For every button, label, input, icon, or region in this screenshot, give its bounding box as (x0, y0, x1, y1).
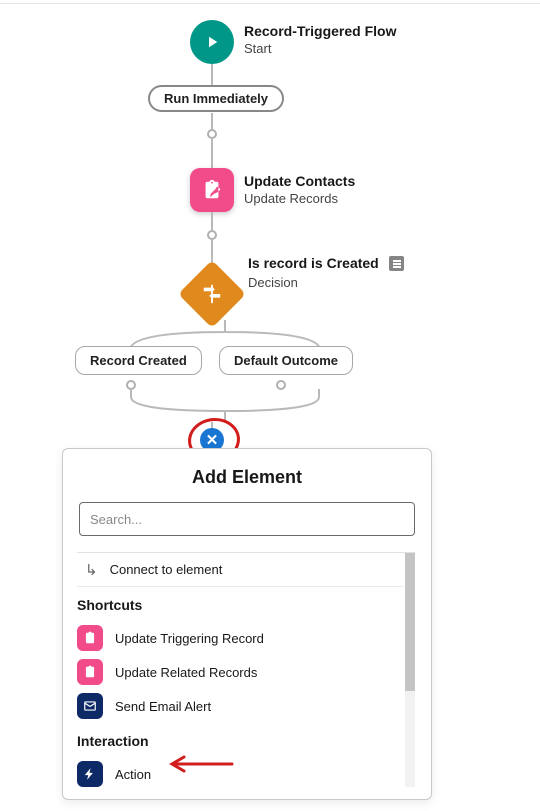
top-border (0, 3, 540, 4)
list-item-label: Send Email Alert (115, 699, 211, 714)
section-interaction-header: Interaction (77, 733, 403, 749)
decision-node[interactable] (178, 260, 246, 328)
annotation-arrow (164, 754, 234, 774)
branch-right-pill[interactable]: Default Outcome (219, 346, 353, 375)
branch-left-pill[interactable]: Record Created (75, 346, 202, 375)
connector (211, 64, 213, 86)
shortcut-update-related[interactable]: Update Related Records (77, 655, 403, 689)
run-immediately-pill[interactable]: Run Immediately (148, 85, 284, 112)
connect-arrow-icon: ↳ (85, 561, 98, 579)
section-shortcuts-header: Shortcuts (77, 597, 403, 613)
start-title: Record-Triggered Flow (244, 22, 396, 40)
bolt-icon (77, 761, 103, 787)
clipboard-icon (77, 659, 103, 685)
clipboard-icon (77, 625, 103, 651)
clipboard-edit-icon (201, 179, 223, 201)
update-contacts-title: Update Contacts (244, 172, 355, 190)
signpost-icon (201, 283, 223, 305)
connect-label: Connect to element (110, 562, 223, 577)
update-contacts-subtitle: Update Records (244, 190, 355, 207)
start-subtitle: Start (244, 40, 396, 57)
scrollbar-track[interactable] (405, 553, 415, 787)
decision-subtitle: Decision (248, 274, 298, 291)
mail-icon (77, 693, 103, 719)
list-item-label: Update Related Records (115, 665, 257, 680)
shortcut-send-email[interactable]: Send Email Alert (77, 689, 403, 723)
list-item-label: Action (115, 767, 151, 782)
connector (211, 138, 213, 168)
shortcut-update-triggering[interactable]: Update Triggering Record (77, 621, 403, 655)
scrollbar-thumb[interactable] (405, 553, 415, 691)
add-element-panel: Add Element ↳ Connect to element Shortcu… (62, 448, 432, 800)
search-input[interactable] (79, 502, 415, 536)
start-node[interactable] (190, 20, 234, 64)
panel-title: Add Element (63, 467, 431, 488)
connector (211, 113, 213, 129)
decision-title: Is record is Created (248, 255, 379, 271)
update-contacts-node[interactable] (190, 168, 234, 212)
interaction-action[interactable]: Action (77, 757, 403, 791)
list-item-label: Update Triggering Record (115, 631, 264, 646)
description-icon[interactable] (389, 256, 404, 271)
connector (211, 212, 213, 230)
close-icon: ✕ (206, 431, 219, 449)
connect-to-element-item[interactable]: ↳ Connect to element (77, 553, 403, 587)
play-icon (203, 33, 221, 51)
